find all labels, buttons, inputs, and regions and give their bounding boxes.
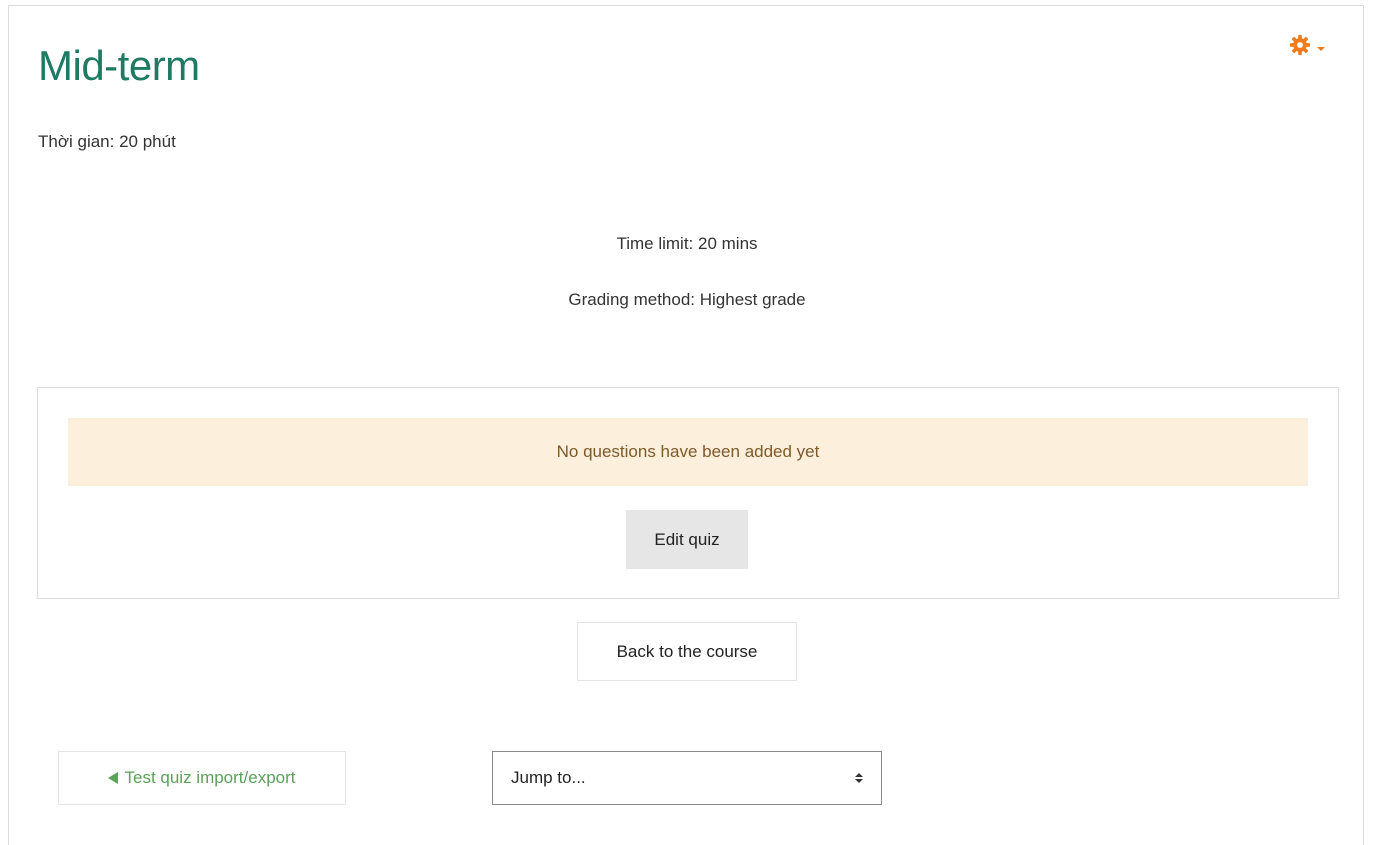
page-title: Mid-term bbox=[38, 42, 200, 89]
gear-icon[interactable] bbox=[1289, 34, 1311, 61]
no-questions-alert: No questions have been added yet bbox=[68, 418, 1308, 486]
back-to-course-button[interactable]: Back to the course bbox=[577, 622, 797, 681]
prev-activity-link[interactable]: Test quiz import/export bbox=[58, 751, 346, 805]
sort-arrows-icon bbox=[855, 773, 863, 783]
jump-to-value: Jump to... bbox=[511, 768, 586, 787]
quiz-intro: Thời gian: 20 phút bbox=[38, 132, 176, 151]
jump-to-select[interactable]: Jump to... bbox=[492, 751, 882, 805]
quiz-page: Mid-term Thời gian: 20 phút Time limit: … bbox=[8, 5, 1364, 845]
prev-activity-label: Test quiz import/export bbox=[124, 768, 296, 787]
edit-quiz-button[interactable]: Edit quiz bbox=[626, 510, 748, 569]
grading-method-info: Grading method: Highest grade bbox=[568, 290, 806, 309]
settings-menu[interactable] bbox=[1289, 34, 1325, 61]
triangle-left-icon bbox=[108, 772, 119, 784]
time-limit-info: Time limit: 20 mins bbox=[616, 234, 758, 253]
chevron-down-icon[interactable] bbox=[1317, 46, 1325, 51]
quiz-attempt-box: No questions have been added yet Edit qu… bbox=[37, 387, 1339, 599]
